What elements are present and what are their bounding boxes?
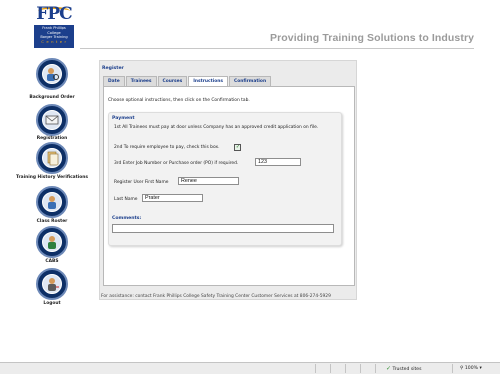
document-stack-icon <box>36 142 68 174</box>
tab-confirmation[interactable]: Confirmation <box>229 76 272 86</box>
nav-label: Class Roster <box>36 219 68 224</box>
logout-icon <box>36 268 68 300</box>
envelope-icon <box>36 104 68 136</box>
tagline: Providing Training Solutions to Industry <box>270 32 475 44</box>
tab-trainees[interactable]: Trainees <box>125 76 157 86</box>
comments-input[interactable] <box>112 224 334 233</box>
status-divider <box>375 364 376 373</box>
payment-line-3: 3rd Enter Job Number or Purchase order (… <box>114 161 239 166</box>
background-check-icon <box>36 58 68 90</box>
security-zone-label: Trusted sites <box>392 367 422 372</box>
tab-date[interactable]: Date <box>103 76 125 86</box>
first-name-input[interactable]: Renee <box>178 177 239 185</box>
checkmark-icon: ✓ <box>386 365 392 372</box>
header-divider <box>80 48 474 49</box>
status-divider <box>360 364 361 373</box>
nav-label: CABS <box>45 259 59 264</box>
college-logo: FPC Frank Phillips College Borger Traini… <box>32 4 76 48</box>
assistance-note: For assistance: contact Frank Phillips C… <box>101 294 331 299</box>
payment-line-2: 2nd To require employee to pay, check th… <box>114 145 220 150</box>
payment-line-1: 1st All Trainees must pay at door unless… <box>114 125 319 130</box>
chevron-down-icon: ▾ <box>479 366 482 371</box>
employee-pays-checkbox[interactable]: ✓ <box>234 144 241 151</box>
last-name-label: Last Name <box>114 197 138 202</box>
first-name-label: Register User First Name <box>114 180 169 185</box>
browser-status-bar: ✓ Trusted sites ⚲ 100% ▾ <box>0 362 500 374</box>
section-label: Register <box>102 66 124 71</box>
logo-text: FPC <box>36 4 72 24</box>
logo-subtitle-box: Frank Phillips College Borger Training C… <box>34 25 74 48</box>
magnifier-icon: ⚲ <box>460 366 464 371</box>
po-number-input[interactable]: 123 <box>255 158 301 166</box>
zoom-control[interactable]: ⚲ 100% ▾ <box>460 364 482 373</box>
person-icon <box>36 186 68 218</box>
logo-sub-line: C e n t e r <box>41 38 67 44</box>
tab-bar: Date Trainees Courses Instructions Confi… <box>103 76 272 87</box>
person-icon <box>36 226 68 258</box>
nav-label: Registration <box>36 136 68 141</box>
nav-label: Background Order <box>29 95 75 100</box>
check-mark-icon: ✓ <box>235 144 241 150</box>
status-divider <box>330 364 331 373</box>
payment-title: Payment <box>112 116 135 121</box>
zoom-level: 100% <box>464 366 478 371</box>
nav-label: Logout <box>43 301 61 306</box>
comments-label: Comments: <box>112 216 142 221</box>
nav-label: Training History Verifications <box>15 175 89 180</box>
instructions-text: Choose optional instructions, then click… <box>108 98 250 103</box>
security-zone[interactable]: ✓ Trusted sites <box>386 364 422 374</box>
status-divider <box>315 364 316 373</box>
last-name-input[interactable]: Prater <box>142 194 203 202</box>
status-divider <box>345 364 346 373</box>
tab-courses[interactable]: Courses <box>157 76 188 86</box>
status-divider <box>452 364 453 373</box>
